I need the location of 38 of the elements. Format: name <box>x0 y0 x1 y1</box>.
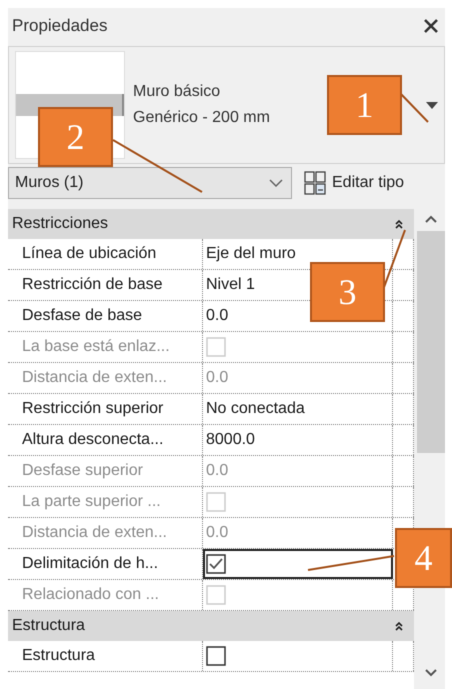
panel-title: Propiedades <box>12 16 108 36</box>
edit-type-button[interactable]: Editar tipo <box>300 169 408 197</box>
edit-type-icon <box>304 171 326 195</box>
wall-type: Genérico - 200 mm <box>133 108 270 128</box>
callout-number: 1 <box>327 75 402 135</box>
collapse-icon[interactable] <box>394 218 404 230</box>
wall-family: Muro básico <box>133 82 222 102</box>
checkbox[interactable] <box>206 554 226 574</box>
chevron-down-icon <box>269 179 283 187</box>
property-label: Distancia de exten... <box>22 369 167 387</box>
property-label: Relacionado con ... <box>22 586 159 604</box>
scroll-thumb[interactable] <box>416 231 444 453</box>
category-dropdown[interactable]: Muros (1) <box>8 167 292 199</box>
checkbox[interactable] <box>206 646 226 666</box>
property-label: Desfase de base <box>22 307 142 325</box>
property-label: Desfase superior <box>22 462 143 480</box>
close-icon[interactable] <box>423 18 439 34</box>
property-label: Distancia de exten... <box>22 524 167 542</box>
leader-line <box>400 93 428 122</box>
section-header[interactable]: Estructura <box>8 611 414 641</box>
section-header[interactable]: Restricciones <box>8 209 414 239</box>
collapse-icon[interactable] <box>394 620 404 632</box>
leader-line <box>383 230 405 290</box>
callout-number: 3 <box>310 262 385 322</box>
property-label: Restricción superior <box>22 400 164 418</box>
callout-number: 4 <box>395 528 452 588</box>
property-value-cell[interactable] <box>203 549 393 579</box>
callout-number: 2 <box>38 107 113 167</box>
property-label: Delimitación de h... <box>22 555 158 573</box>
property-label: Altura desconecta... <box>22 431 164 449</box>
property-label: La base está enlaz... <box>22 338 170 356</box>
dropdown-arrow-icon[interactable] <box>426 102 438 108</box>
property-label: Restricción de base <box>22 276 163 294</box>
property-label: Estructura <box>22 647 95 665</box>
property-value-cell[interactable]: 8000.0 <box>203 425 393 455</box>
property-label: Línea de ubicación <box>22 245 156 263</box>
property-label: La parte superior ... <box>22 493 161 511</box>
property-value-cell[interactable]: No conectada <box>203 394 393 424</box>
